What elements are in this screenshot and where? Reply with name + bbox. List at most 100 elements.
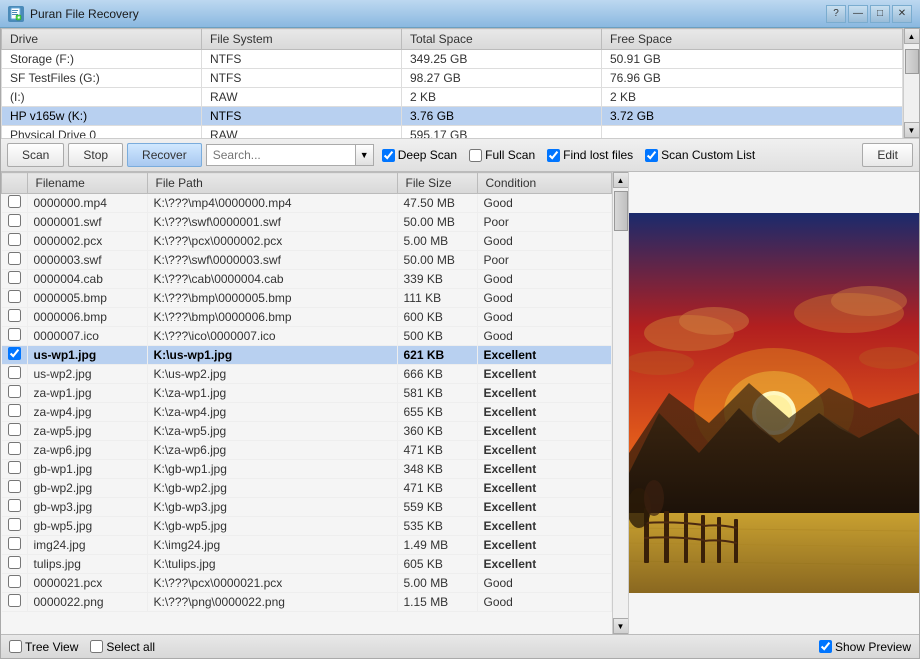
file-checkbox[interactable] bbox=[8, 195, 21, 208]
drive-scroll-thumb[interactable] bbox=[905, 49, 919, 74]
maximize-button[interactable]: □ bbox=[870, 5, 890, 23]
file-row[interactable]: 0000007.ico K:\???\ico\0000007.ico 500 K… bbox=[2, 327, 612, 346]
deep-scan-checkbox-label[interactable]: Deep Scan bbox=[382, 148, 457, 162]
full-scan-checkbox-label[interactable]: Full Scan bbox=[469, 148, 535, 162]
files-scroll-up[interactable]: ▲ bbox=[613, 172, 629, 188]
file-row[interactable]: za-wp5.jpg K:\za-wp5.jpg 360 KB Excellen… bbox=[2, 422, 612, 441]
drive-row[interactable]: (I:) RAW 2 KB 2 KB bbox=[2, 88, 903, 107]
file-checkbox-cell[interactable] bbox=[2, 555, 28, 574]
select-all-checkbox[interactable] bbox=[90, 640, 103, 653]
file-checkbox-cell[interactable] bbox=[2, 346, 28, 365]
file-row[interactable]: img24.jpg K:\img24.jpg 1.49 MB Excellent bbox=[2, 536, 612, 555]
file-checkbox-cell[interactable] bbox=[2, 232, 28, 251]
drive-row[interactable]: Physical Drive 0 RAW 595.17 GB bbox=[2, 126, 903, 139]
file-row[interactable]: gb-wp1.jpg K:\gb-wp1.jpg 348 KB Excellen… bbox=[2, 460, 612, 479]
file-checkbox[interactable] bbox=[8, 252, 21, 265]
file-row[interactable]: gb-wp3.jpg K:\gb-wp3.jpg 559 KB Excellen… bbox=[2, 498, 612, 517]
file-row[interactable]: za-wp6.jpg K:\za-wp6.jpg 471 KB Excellen… bbox=[2, 441, 612, 460]
file-checkbox-cell[interactable] bbox=[2, 441, 28, 460]
drive-scroll-down[interactable]: ▼ bbox=[904, 122, 920, 138]
file-checkbox[interactable] bbox=[8, 290, 21, 303]
deep-scan-checkbox[interactable] bbox=[382, 149, 395, 162]
file-checkbox-cell[interactable] bbox=[2, 574, 28, 593]
file-row[interactable]: 0000003.swf K:\???\swf\0000003.swf 50.00… bbox=[2, 251, 612, 270]
file-row[interactable]: 0000001.swf K:\???\swf\0000001.swf 50.00… bbox=[2, 213, 612, 232]
search-dropdown-arrow[interactable]: ▼ bbox=[356, 144, 374, 166]
file-checkbox-cell[interactable] bbox=[2, 327, 28, 346]
edit-button[interactable]: Edit bbox=[862, 143, 913, 167]
scan-custom-checkbox[interactable] bbox=[645, 149, 658, 162]
file-checkbox-cell[interactable] bbox=[2, 593, 28, 612]
find-lost-checkbox-label[interactable]: Find lost files bbox=[547, 148, 633, 162]
file-checkbox[interactable] bbox=[8, 347, 21, 360]
file-checkbox[interactable] bbox=[8, 442, 21, 455]
scan-button[interactable]: Scan bbox=[7, 143, 64, 167]
file-row[interactable]: 0000022.png K:\???\png\0000022.png 1.15 … bbox=[2, 593, 612, 612]
show-preview-checkbox[interactable] bbox=[819, 640, 832, 653]
file-row[interactable]: us-wp1.jpg K:\us-wp1.jpg 621 KB Excellen… bbox=[2, 346, 612, 365]
file-checkbox-cell[interactable] bbox=[2, 536, 28, 555]
file-checkbox-cell[interactable] bbox=[2, 365, 28, 384]
file-checkbox[interactable] bbox=[8, 518, 21, 531]
tree-view-checkbox[interactable] bbox=[9, 640, 22, 653]
recover-button[interactable]: Recover bbox=[127, 143, 202, 167]
drive-row[interactable]: SF TestFiles (G:) NTFS 98.27 GB 76.96 GB bbox=[2, 69, 903, 88]
search-input[interactable] bbox=[206, 144, 356, 166]
file-checkbox[interactable] bbox=[8, 309, 21, 322]
close-button[interactable]: ✕ bbox=[892, 5, 912, 23]
file-checkbox-cell[interactable] bbox=[2, 460, 28, 479]
file-checkbox[interactable] bbox=[8, 385, 21, 398]
file-row[interactable]: 0000021.pcx K:\???\pcx\0000021.pcx 5.00 … bbox=[2, 574, 612, 593]
file-checkbox-cell[interactable] bbox=[2, 289, 28, 308]
file-checkbox-cell[interactable] bbox=[2, 251, 28, 270]
file-row[interactable]: 0000002.pcx K:\???\pcx\0000002.pcx 5.00 … bbox=[2, 232, 612, 251]
full-scan-checkbox[interactable] bbox=[469, 149, 482, 162]
file-checkbox-cell[interactable] bbox=[2, 403, 28, 422]
show-preview-checkbox-label[interactable]: Show Preview bbox=[819, 640, 911, 654]
minimize-button[interactable]: — bbox=[848, 5, 868, 23]
file-checkbox[interactable] bbox=[8, 480, 21, 493]
file-checkbox-cell[interactable] bbox=[2, 213, 28, 232]
file-checkbox[interactable] bbox=[8, 328, 21, 341]
file-checkbox-cell[interactable] bbox=[2, 270, 28, 289]
drive-row[interactable]: HP v165w (K:) NTFS 3.76 GB 3.72 GB bbox=[2, 107, 903, 126]
file-checkbox[interactable] bbox=[8, 556, 21, 569]
file-row[interactable]: 0000000.mp4 K:\???\mp4\0000000.mp4 47.50… bbox=[2, 194, 612, 213]
file-checkbox[interactable] bbox=[8, 271, 21, 284]
help-button[interactable]: ? bbox=[826, 5, 846, 23]
file-checkbox[interactable] bbox=[8, 594, 21, 607]
file-row[interactable]: tulips.jpg K:\tulips.jpg 605 KB Excellen… bbox=[2, 555, 612, 574]
files-table-wrapper[interactable]: Filename File Path File Size Condition 0… bbox=[1, 172, 612, 634]
file-checkbox[interactable] bbox=[8, 214, 21, 227]
drive-row[interactable]: Storage (F:) NTFS 349.25 GB 50.91 GB bbox=[2, 50, 903, 69]
file-row[interactable]: gb-wp5.jpg K:\gb-wp5.jpg 535 KB Excellen… bbox=[2, 517, 612, 536]
file-row[interactable]: za-wp4.jpg K:\za-wp4.jpg 655 KB Excellen… bbox=[2, 403, 612, 422]
file-checkbox-cell[interactable] bbox=[2, 422, 28, 441]
file-row[interactable]: za-wp1.jpg K:\za-wp1.jpg 581 KB Excellen… bbox=[2, 384, 612, 403]
file-checkbox-cell[interactable] bbox=[2, 479, 28, 498]
file-checkbox-cell[interactable] bbox=[2, 194, 28, 213]
file-checkbox[interactable] bbox=[8, 233, 21, 246]
file-checkbox[interactable] bbox=[8, 537, 21, 550]
file-checkbox-cell[interactable] bbox=[2, 517, 28, 536]
file-row[interactable]: 0000006.bmp K:\???\bmp\0000006.bmp 600 K… bbox=[2, 308, 612, 327]
files-scroll-down[interactable]: ▼ bbox=[613, 618, 629, 634]
file-checkbox[interactable] bbox=[8, 575, 21, 588]
file-checkbox[interactable] bbox=[8, 366, 21, 379]
files-scroll-thumb[interactable] bbox=[614, 191, 628, 231]
file-checkbox[interactable] bbox=[8, 423, 21, 436]
file-checkbox-cell[interactable] bbox=[2, 308, 28, 327]
file-row[interactable]: us-wp2.jpg K:\us-wp2.jpg 666 KB Excellen… bbox=[2, 365, 612, 384]
tree-view-checkbox-label[interactable]: Tree View bbox=[9, 640, 78, 654]
file-checkbox[interactable] bbox=[8, 404, 21, 417]
file-checkbox[interactable] bbox=[8, 461, 21, 474]
stop-button[interactable]: Stop bbox=[68, 143, 123, 167]
file-checkbox-cell[interactable] bbox=[2, 498, 28, 517]
drive-scroll-up[interactable]: ▲ bbox=[904, 28, 920, 44]
file-checkbox[interactable] bbox=[8, 499, 21, 512]
file-row[interactable]: 0000004.cab K:\???\cab\0000004.cab 339 K… bbox=[2, 270, 612, 289]
find-lost-checkbox[interactable] bbox=[547, 149, 560, 162]
file-row[interactable]: 0000005.bmp K:\???\bmp\0000005.bmp 111 K… bbox=[2, 289, 612, 308]
select-all-checkbox-label[interactable]: Select all bbox=[90, 640, 155, 654]
file-row[interactable]: gb-wp2.jpg K:\gb-wp2.jpg 471 KB Excellen… bbox=[2, 479, 612, 498]
